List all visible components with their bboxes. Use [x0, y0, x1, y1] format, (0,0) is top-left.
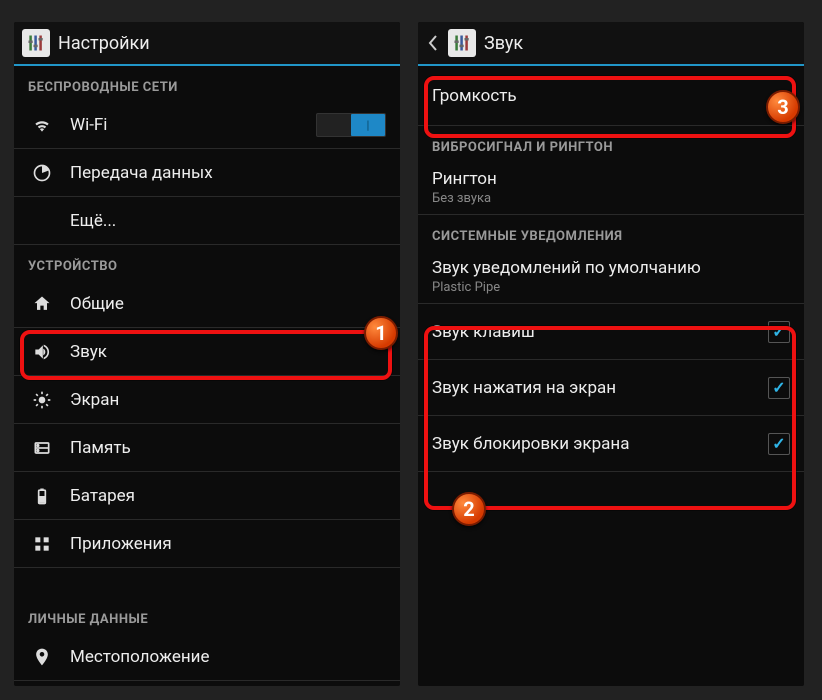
section-personal: ЛИЧНЫЕ ДАННЫЕ — [14, 598, 400, 633]
sound-screen: Звук Громкость ВИБРОСИГНАЛ И РИНГТОН Рин… — [418, 22, 804, 686]
sound-icon — [28, 342, 56, 362]
home-icon — [28, 294, 56, 314]
volume-row[interactable]: Громкость — [418, 66, 804, 126]
settings-screen: Настройки БЕСПРОВОДНЫЕ СЕТИ Wi-Fi Переда… — [14, 22, 400, 686]
apps-row[interactable]: Приложения — [14, 520, 400, 568]
ringtone-row[interactable]: Рингтон Без звука — [418, 161, 804, 215]
display-label: Экран — [70, 390, 386, 410]
ringtone-value: Без звука — [432, 191, 790, 206]
wifi-label: Wi-Fi — [70, 115, 316, 135]
data-usage-icon — [28, 163, 56, 183]
section-wireless: БЕСПРОВОДНЫЕ СЕТИ — [14, 66, 400, 101]
wifi-icon — [28, 115, 56, 135]
badge-2: 2 — [452, 492, 486, 526]
back-button[interactable] — [426, 22, 440, 65]
key-sounds-row[interactable]: Звук клавиш — [418, 304, 804, 360]
data-usage-label: Передача данных — [70, 163, 386, 183]
titlebar: Настройки — [14, 22, 400, 66]
touch-sounds-checkbox[interactable] — [768, 377, 790, 399]
key-sounds-label: Звук клавиш — [432, 322, 768, 342]
ringtone-label: Рингтон — [432, 169, 790, 189]
settings-app-icon — [22, 29, 50, 57]
apps-label: Приложения — [70, 534, 386, 554]
screen-title: Звук — [484, 33, 523, 54]
notification-sound-label: Звук уведомлений по умолчанию — [432, 258, 790, 278]
lock-sound-checkbox[interactable] — [768, 433, 790, 455]
general-row[interactable]: Общие — [14, 280, 400, 328]
sound-label: Звук — [70, 342, 386, 362]
screen-title: Настройки — [58, 33, 150, 54]
lock-sound-row[interactable]: Звук блокировки экрана — [418, 416, 804, 472]
data-usage-row[interactable]: Передача данных — [14, 149, 400, 197]
wifi-row[interactable]: Wi-Fi — [14, 101, 400, 149]
storage-row[interactable]: Память — [14, 424, 400, 472]
sound-row[interactable]: Звук — [14, 328, 400, 376]
battery-icon — [28, 486, 56, 506]
settings-app-icon — [448, 29, 476, 57]
storage-label: Память — [70, 438, 386, 458]
spacer — [14, 568, 400, 598]
volume-label: Громкость — [432, 86, 790, 106]
apps-icon — [28, 534, 56, 554]
storage-icon — [28, 438, 56, 458]
wifi-toggle[interactable] — [316, 113, 386, 137]
touch-sounds-row[interactable]: Звук нажатия на экран — [418, 360, 804, 416]
section-vibro: ВИБРОСИГНАЛ И РИНГТОН — [418, 126, 804, 161]
section-device: УСТРОЙСТВО — [14, 245, 400, 280]
battery-row[interactable]: Батарея — [14, 472, 400, 520]
location-label: Местоположение — [70, 647, 386, 667]
section-system: СИСТЕМНЫЕ УВЕДОМЛЕНИЯ — [418, 215, 804, 250]
touch-sounds-label: Звук нажатия на экран — [432, 378, 768, 398]
titlebar: Звук — [418, 22, 804, 66]
display-row[interactable]: Экран — [14, 376, 400, 424]
location-icon — [28, 647, 56, 667]
battery-label: Батарея — [70, 486, 386, 506]
lock-sound-label: Звук блокировки экрана — [432, 434, 768, 454]
key-sounds-checkbox[interactable] — [768, 321, 790, 343]
more-row[interactable]: Ещё... — [14, 197, 400, 245]
general-label: Общие — [70, 294, 386, 314]
more-label: Ещё... — [70, 211, 386, 231]
location-row[interactable]: Местоположение — [14, 633, 400, 681]
notification-sound-value: Plastic Pipe — [432, 280, 790, 295]
notification-sound-row[interactable]: Звук уведомлений по умолчанию Plastic Pi… — [418, 250, 804, 304]
brightness-icon — [28, 390, 56, 410]
